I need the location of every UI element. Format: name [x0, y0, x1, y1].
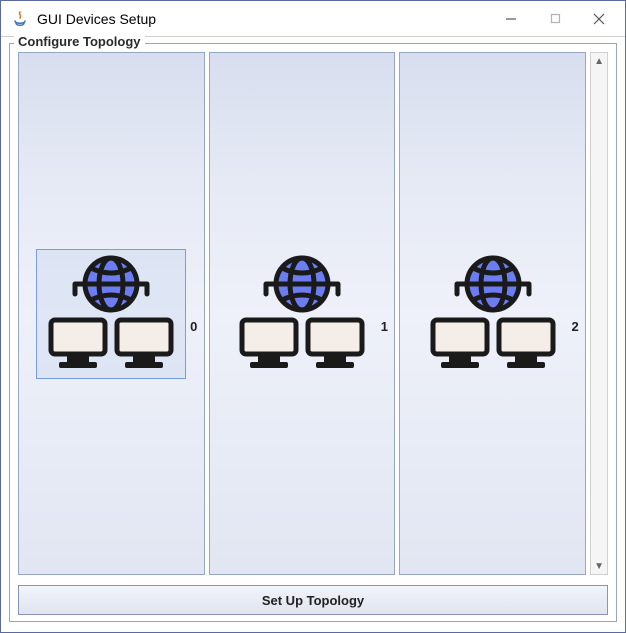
topology-cell[interactable]: 0 [18, 52, 205, 575]
client-area: Configure Topology [1, 37, 625, 632]
node-label: 0 [190, 319, 197, 334]
network-icon [423, 254, 563, 374]
titlebar: GUI Devices Setup [1, 1, 625, 37]
topology-node[interactable]: 2 [419, 250, 567, 378]
topology-node[interactable]: 1 [228, 250, 376, 378]
vertical-scrollbar[interactable]: ▲ ▼ [590, 52, 608, 575]
node-label: 1 [381, 319, 388, 334]
window-title: GUI Devices Setup [37, 11, 489, 27]
configure-topology-group: Configure Topology [9, 43, 617, 622]
network-icon [41, 254, 181, 374]
app-window: GUI Devices Setup Configure Topology [0, 0, 626, 633]
scroll-down-icon[interactable]: ▼ [591, 558, 607, 574]
set-up-topology-button[interactable]: Set Up Topology [18, 585, 608, 615]
topology-cell[interactable]: 2 [399, 52, 586, 575]
maximize-button[interactable] [533, 4, 577, 34]
topology-row: 0 [10, 44, 616, 581]
scroll-up-icon[interactable]: ▲ [591, 53, 607, 69]
topology-cell[interactable]: 1 [209, 52, 396, 575]
window-controls [489, 1, 621, 36]
button-row: Set Up Topology [10, 581, 616, 621]
network-icon [232, 254, 372, 374]
node-label: 2 [571, 319, 578, 334]
topology-node[interactable]: 0 [36, 249, 186, 379]
java-icon [11, 10, 29, 28]
close-button[interactable] [577, 4, 621, 34]
minimize-button[interactable] [489, 4, 533, 34]
